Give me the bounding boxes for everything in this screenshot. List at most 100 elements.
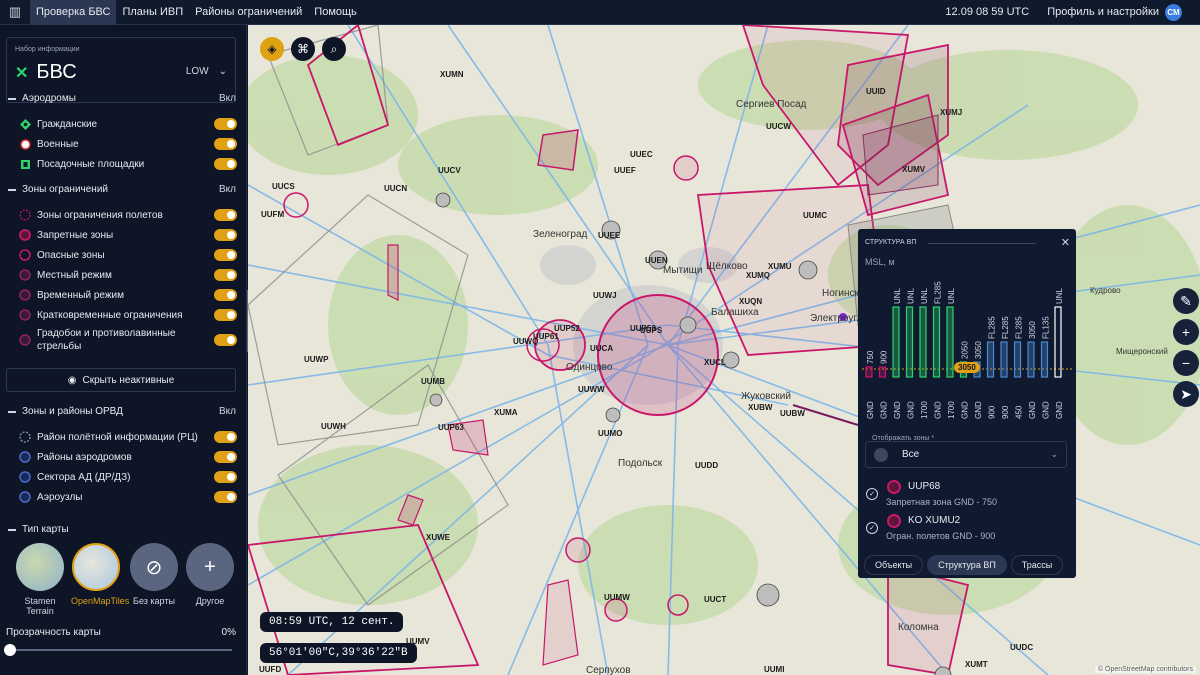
close-icon[interactable]: ✕ bbox=[1061, 236, 1070, 249]
layer-toggle[interactable] bbox=[214, 229, 237, 241]
layer-toggle[interactable] bbox=[214, 289, 237, 301]
altitude-marker[interactable]: 3050 bbox=[954, 362, 980, 373]
airspace-bar[interactable] bbox=[905, 306, 914, 378]
zoom-in-button[interactable]: + bbox=[1173, 319, 1199, 345]
airspace-bar[interactable] bbox=[892, 306, 900, 378]
show-zones-select[interactable]: Все ⌄ bbox=[865, 441, 1067, 468]
airspace-bar[interactable] bbox=[919, 306, 927, 378]
layer-toggle[interactable] bbox=[214, 118, 237, 130]
city-label: Кудрово bbox=[1090, 286, 1121, 295]
local-regime-icon bbox=[18, 268, 32, 282]
layer-toggle[interactable] bbox=[214, 431, 237, 443]
units-label: MSL, м bbox=[865, 257, 895, 267]
map-label: UUFM bbox=[261, 210, 285, 219]
map-label: XUCL bbox=[704, 358, 726, 367]
layer-toggle[interactable] bbox=[214, 334, 237, 346]
bar-top-label: 3050 bbox=[974, 341, 983, 359]
city-label: Щёлково bbox=[706, 261, 748, 272]
airspace-bar[interactable] bbox=[865, 366, 873, 378]
landing-site-icon bbox=[18, 157, 32, 171]
section-title: Тип карты bbox=[22, 524, 69, 535]
map-book-icon[interactable]: ▥ bbox=[0, 0, 30, 25]
layer-toggle[interactable] bbox=[214, 471, 237, 483]
airspace-bar[interactable] bbox=[878, 366, 887, 378]
plus-icon: + bbox=[1181, 324, 1191, 340]
map-attribution[interactable]: © OpenStreetMap contributors bbox=[1094, 666, 1196, 673]
drone-icon: ✕ bbox=[15, 64, 29, 82]
airspace-bar[interactable] bbox=[1000, 341, 1008, 378]
tab-ivp-plans[interactable]: Планы ИВП bbox=[116, 0, 189, 25]
maptype-openmaptiles[interactable]: OpenMapTiles bbox=[71, 543, 129, 606]
danger-zone-icon bbox=[18, 248, 32, 262]
airspace-bar[interactable] bbox=[1040, 341, 1049, 378]
city-label: Жуковский bbox=[741, 391, 791, 402]
section-title: Аэродромы bbox=[22, 93, 76, 104]
layer-toggle[interactable] bbox=[214, 451, 237, 463]
layer-aerodrome-areas: Районы аэродромов bbox=[18, 450, 237, 464]
bar-bottom-label: 450 bbox=[1015, 405, 1024, 419]
map-label: UUMB bbox=[421, 377, 445, 386]
section-restrictions[interactable]: Зоны ограничений Вкл bbox=[8, 184, 236, 195]
hail-shooting-icon bbox=[18, 333, 32, 347]
slider-knob[interactable] bbox=[4, 644, 16, 656]
map-label: XUQN bbox=[739, 297, 763, 306]
layer-toggle[interactable] bbox=[214, 269, 237, 281]
map-label: UUMC bbox=[803, 211, 827, 220]
zoom-out-button[interactable]: − bbox=[1173, 350, 1199, 376]
map-label: UUEN bbox=[645, 256, 668, 265]
tab-check-uav[interactable]: Проверка БВС bbox=[30, 0, 117, 25]
layers-icon: ◈ bbox=[267, 42, 277, 56]
avatar[interactable]: CM bbox=[1165, 3, 1182, 21]
layer-toggle[interactable] bbox=[214, 158, 237, 170]
hide-inactive-button[interactable]: ◉ Скрыть неактивные bbox=[6, 368, 236, 392]
section-map-type: Тип карты bbox=[8, 524, 236, 535]
command-icon: ⌘ bbox=[297, 42, 309, 56]
layer-toggle[interactable] bbox=[214, 309, 237, 321]
layer-toggle[interactable] bbox=[214, 209, 237, 221]
tab-airspace-structure[interactable]: Структура ВП bbox=[927, 555, 1007, 575]
restriction-zone-icon bbox=[887, 514, 901, 528]
locate-button[interactable]: ➤ bbox=[1173, 381, 1199, 407]
layer-label: Опасные зоны bbox=[37, 249, 105, 261]
airspace-bar[interactable] bbox=[1027, 341, 1035, 378]
section-aerodromes[interactable]: Аэродромы Вкл bbox=[8, 93, 236, 104]
airspace-structure-panel: СТРУКТУРА ВП ✕ MSL, м 750 GND 900 GND UNL GND… bbox=[858, 229, 1076, 578]
airspace-bar[interactable] bbox=[986, 341, 995, 378]
tab-routes[interactable]: Трассы bbox=[1010, 555, 1064, 575]
section-orvd[interactable]: Зоны и районы ОРВД Вкл bbox=[8, 406, 236, 417]
maptype-other[interactable]: + Другое bbox=[185, 543, 235, 606]
layer-toggle[interactable] bbox=[214, 249, 237, 261]
bar-top-label: 2050 bbox=[961, 341, 970, 359]
chevron-down-icon: ⌄ bbox=[218, 66, 227, 77]
layer-local-regime: Местный режим bbox=[18, 268, 237, 282]
profile-settings-link[interactable]: Профиль и настройки bbox=[1047, 6, 1159, 18]
tab-help[interactable]: Помощь bbox=[308, 0, 363, 25]
check-icon[interactable]: ✓ bbox=[866, 488, 878, 500]
zone-name: UUP68 bbox=[908, 481, 941, 492]
layer-label: Временный режим bbox=[37, 289, 124, 301]
maptype-stamen-terrain[interactable]: Stamen Terrain bbox=[15, 543, 65, 616]
layer-label: Гражданские bbox=[37, 118, 98, 130]
layer-toggle[interactable] bbox=[214, 491, 237, 503]
layer-toggle[interactable] bbox=[214, 138, 237, 150]
city-label: Ногинск bbox=[822, 288, 859, 299]
city-label: Зеленоград bbox=[533, 229, 588, 240]
airspace-bar[interactable] bbox=[1013, 341, 1022, 378]
map-label: UUDC bbox=[1010, 643, 1034, 652]
airspace-bar[interactable] bbox=[1054, 306, 1062, 378]
layers-button[interactable]: ◈ bbox=[260, 37, 284, 61]
check-icon[interactable]: ✓ bbox=[866, 522, 878, 534]
tab-restriction-areas[interactable]: Районы ограничений bbox=[189, 0, 308, 25]
layer-prohibited-zones: Запретные зоны bbox=[18, 228, 237, 242]
bar-top-label: UNL bbox=[947, 287, 956, 304]
bar-top-label: FL285 bbox=[1001, 316, 1010, 339]
tab-objects[interactable]: Объекты bbox=[864, 555, 924, 575]
airspace-bar[interactable] bbox=[932, 306, 941, 378]
search-button[interactable]: ⌕ bbox=[322, 37, 346, 61]
bar-bottom-label: GND bbox=[866, 401, 875, 419]
ruler-button[interactable]: ✎ bbox=[1173, 288, 1199, 314]
airspace-bar[interactable] bbox=[946, 306, 954, 378]
opacity-slider[interactable] bbox=[4, 644, 232, 656]
command-button[interactable]: ⌘ bbox=[291, 37, 315, 61]
maptype-no-map[interactable]: ⊘ Без карты bbox=[129, 543, 179, 606]
